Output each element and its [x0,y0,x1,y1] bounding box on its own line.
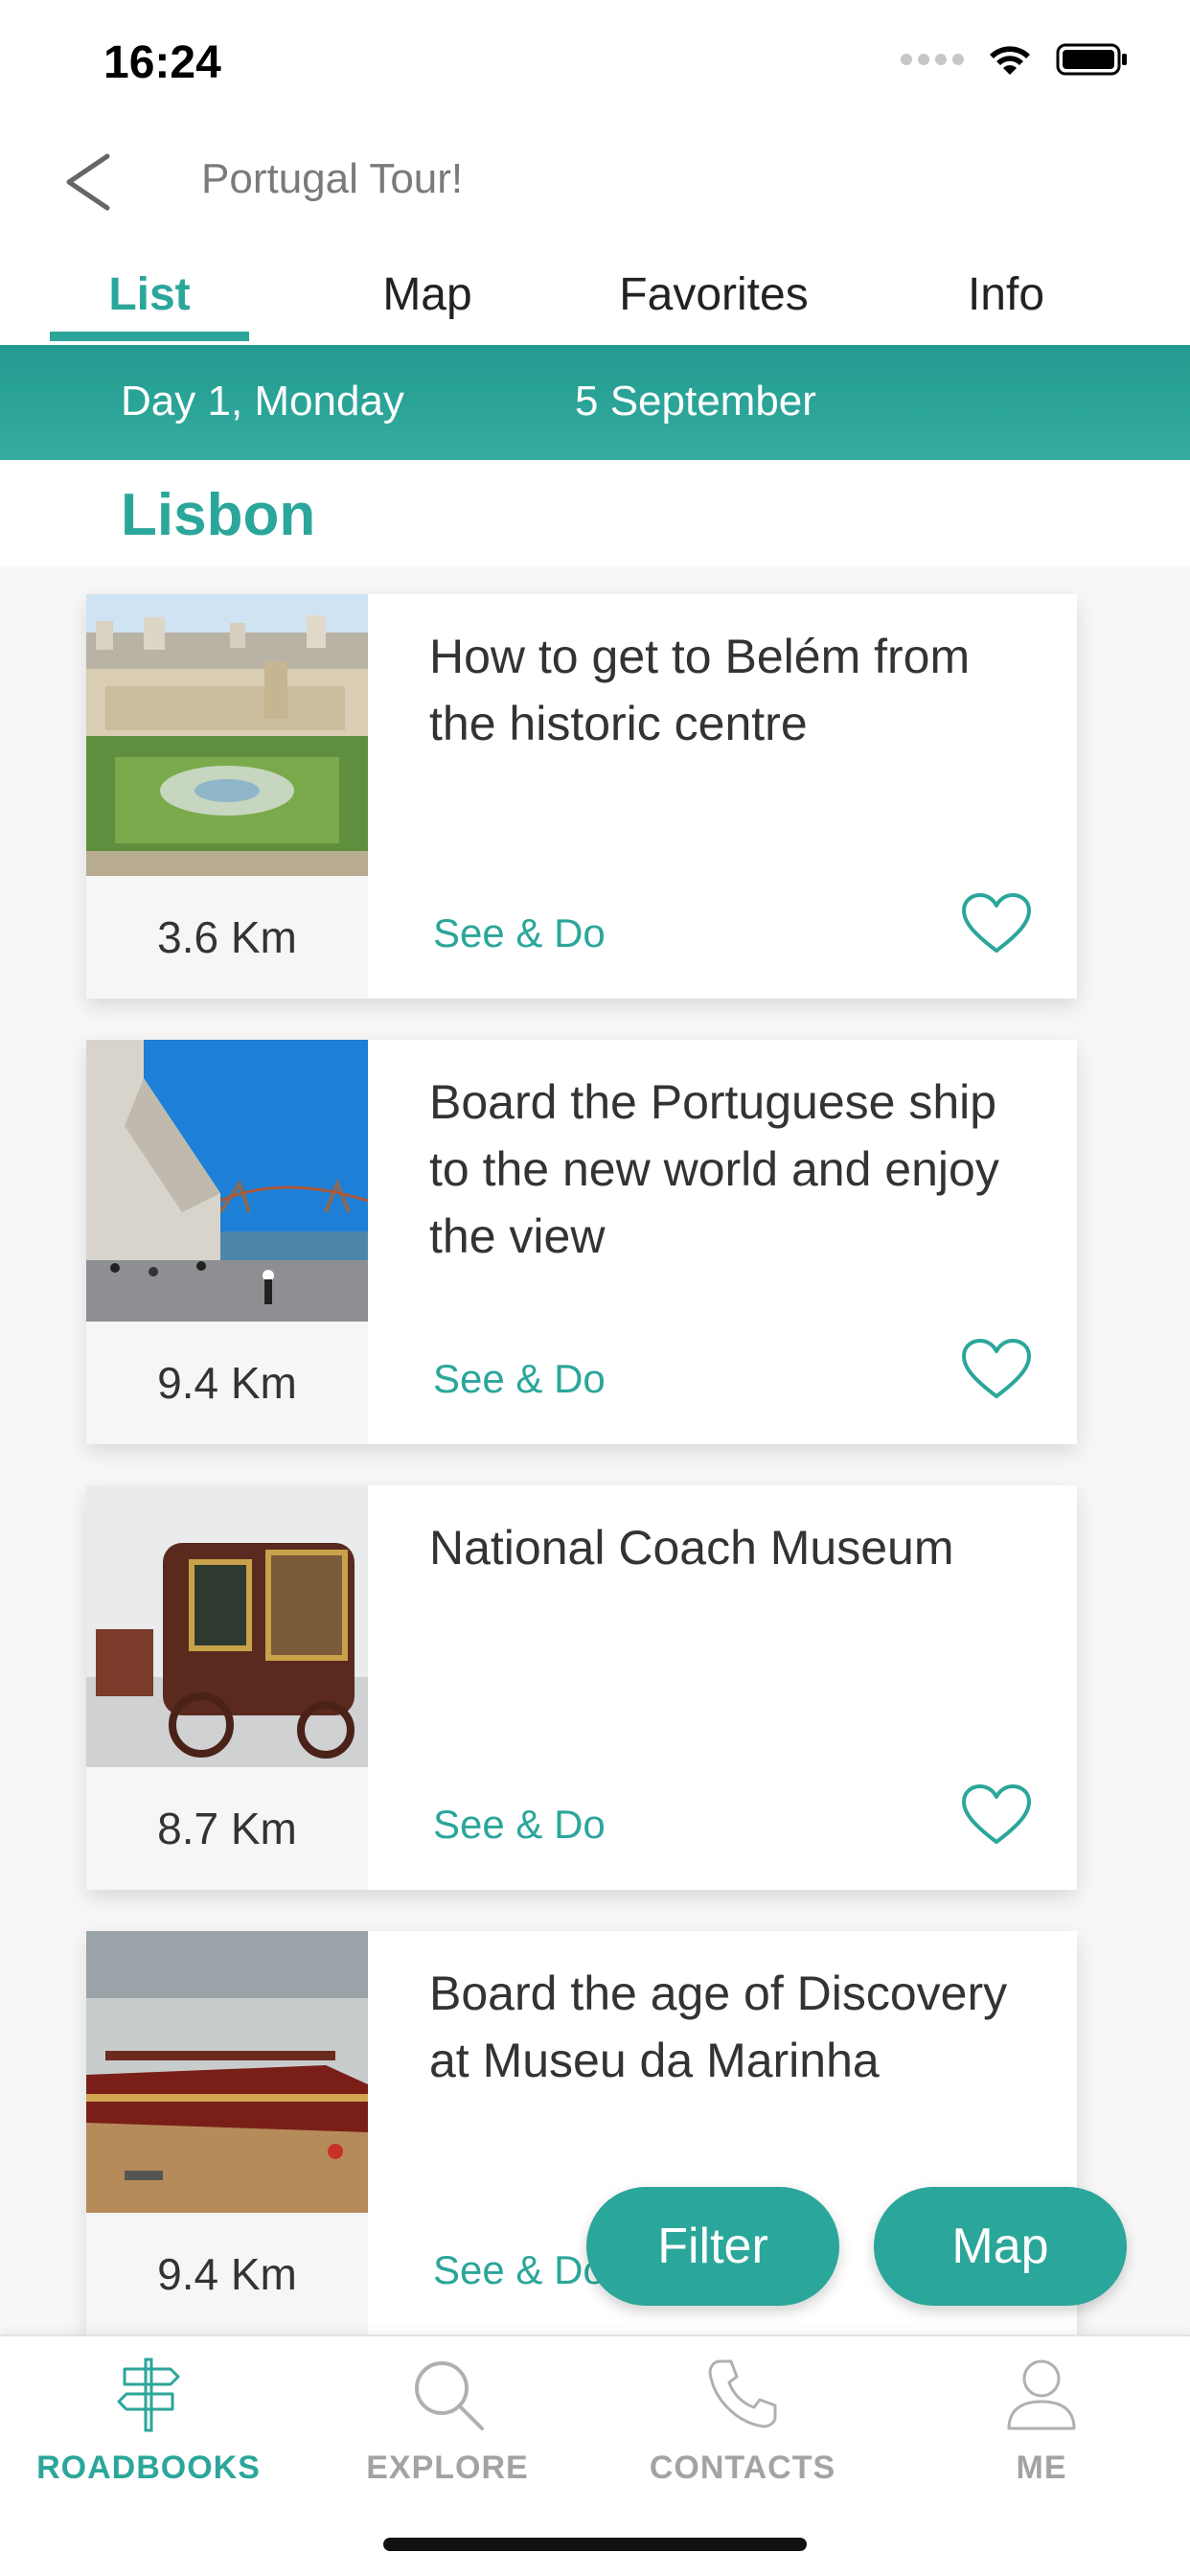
date-label: 5 September [575,378,816,425]
poi-distance: 8.7 Km [86,1767,368,1890]
nav-contacts[interactable]: CONTACTS [623,2348,862,2501]
phone-icon [708,2359,777,2428]
poi-title: National Coach Museum [429,1521,954,1575]
poi-distance: 3.6 Km [86,876,368,999]
nav-header: Portugal Tour! [0,125,1190,240]
tab-favorites[interactable]: Favorites [594,268,834,321]
tab-info[interactable]: Info [910,268,1102,321]
signal-icon [901,54,964,65]
map-button[interactable]: Map [874,2187,1127,2306]
day-label: Day 1, Monday [121,378,404,425]
user-icon [1007,2359,1076,2430]
chevron-left-icon [66,153,110,211]
signpost-icon [117,2358,180,2432]
nav-explore[interactable]: EXPLORE [328,2348,567,2501]
nav-roadbooks[interactable]: ROADBOOKS [29,2348,268,2501]
heart-outline-icon[interactable] [960,1782,1033,1848]
poi-category: See & Do [433,1356,606,1401]
poi-image [86,1485,368,1767]
poi-distance: 9.4 Km [86,2213,368,2335]
poi-image [86,1040,368,1322]
poi-image [86,1931,368,2213]
status-bar: 16:24 [0,0,1190,125]
poi-card[interactable]: 3.6 Km How to get to Belém from the hist… [86,594,1077,999]
nav-label: ME [1016,2450,1067,2486]
tab-list[interactable]: List [50,268,249,321]
poi-title: How to get to Belém from the historic ce… [429,630,971,750]
wifi-icon [990,46,1030,75]
city-header: Lisbon [0,460,1190,567]
home-indicator[interactable] [383,2538,807,2551]
filter-button[interactable]: Filter [586,2187,839,2306]
status-time: 16:24 [103,37,221,88]
battery-icon [1056,43,1127,76]
tab-bar: List Map Favorites Info [0,240,1190,345]
nav-me[interactable]: ME [922,2348,1161,2501]
page-title: Portugal Tour! [201,155,464,202]
poi-image [86,594,368,876]
tab-map[interactable]: Map [332,268,523,321]
search-icon [415,2361,484,2430]
poi-title: Board the age of Discovery at Museu da M… [429,1966,1008,2087]
poi-card[interactable]: 9.4 Km Board the Portuguese ship to the … [86,1040,1077,1444]
active-tab-indicator [50,332,249,341]
poi-category: See & Do [433,910,606,955]
heart-outline-icon[interactable] [960,1337,1033,1402]
nav-label: CONTACTS [649,2450,836,2486]
day-banner: Day 1, Monday 5 September [0,345,1190,460]
poi-title: Board the Portuguese ship to the new wor… [429,1075,999,1263]
heart-outline-icon[interactable] [960,891,1033,956]
back-button[interactable] [54,148,121,217]
nav-label: EXPLORE [366,2450,529,2486]
poi-category: See & Do [433,1802,606,1847]
nav-label: ROADBOOKS [36,2450,261,2486]
poi-category: See & Do [433,2247,606,2292]
poi-distance: 9.4 Km [86,1322,368,1444]
status-icons [901,42,1129,77]
poi-card[interactable]: 8.7 Km National Coach Museum See & Do [86,1485,1077,1890]
city-title: Lisbon [121,482,316,548]
